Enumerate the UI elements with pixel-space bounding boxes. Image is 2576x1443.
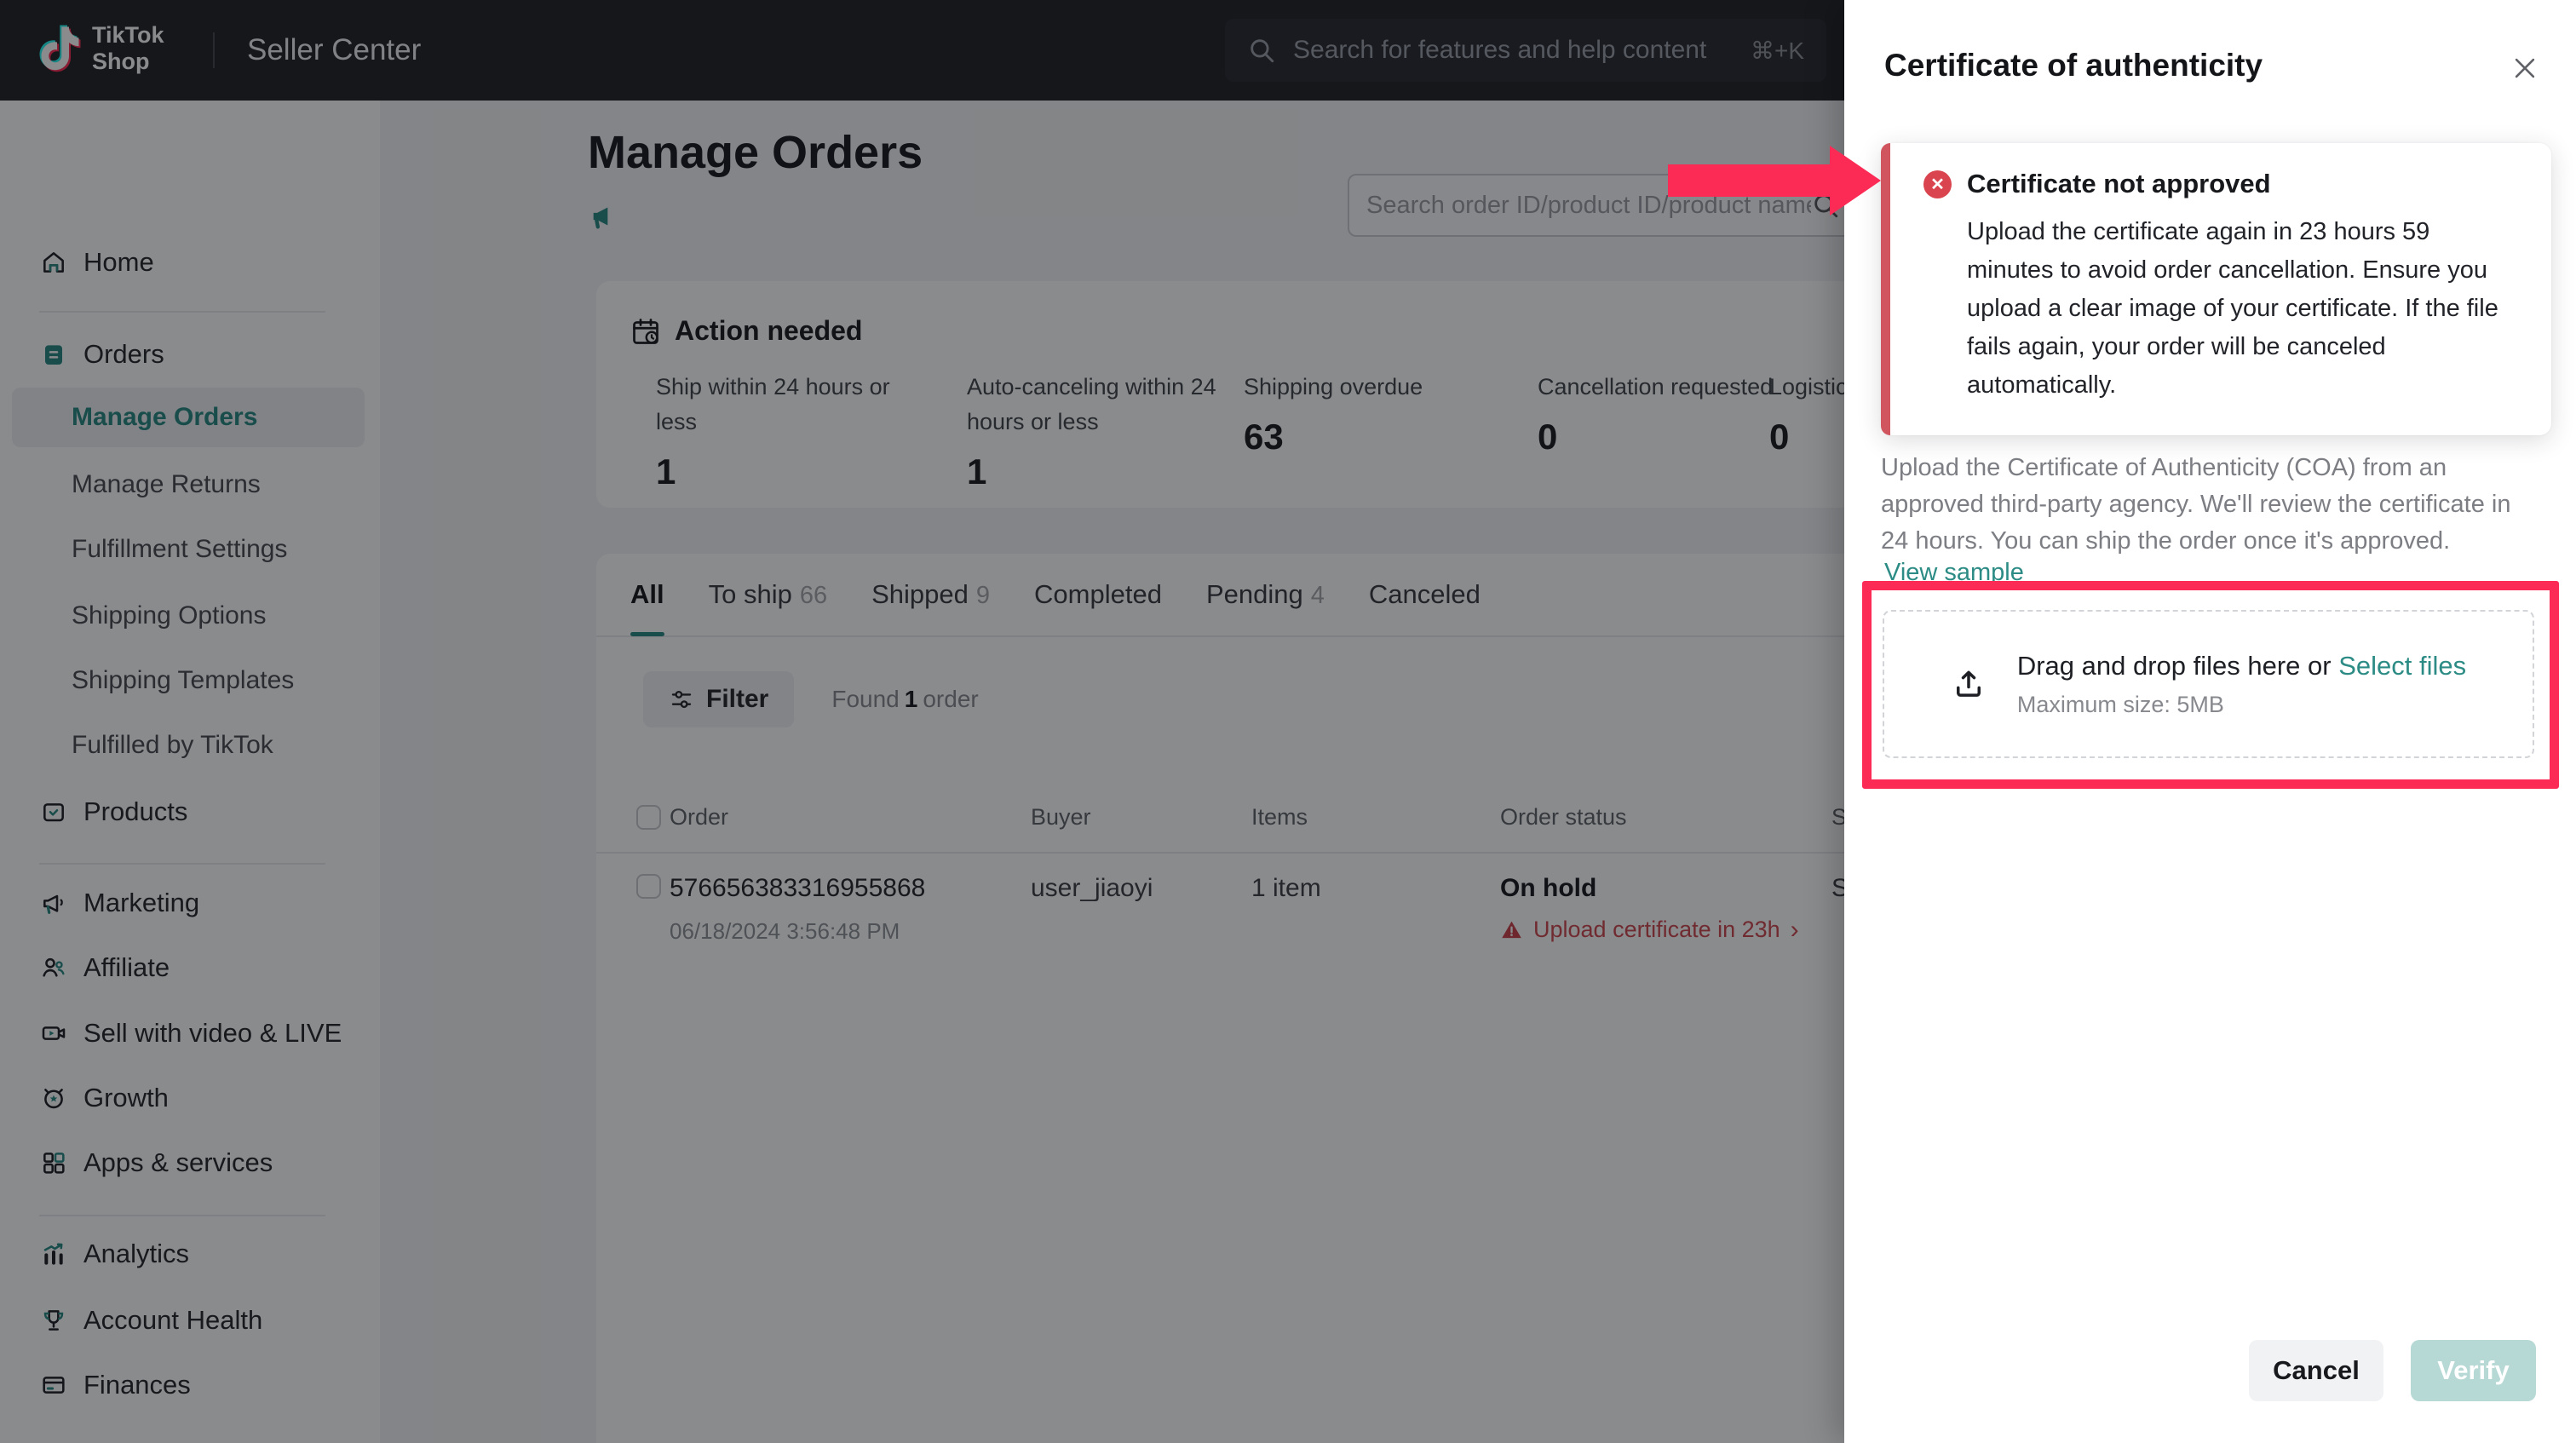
file-dropzone[interactable]: Drag and drop files here or Select files… — [1883, 610, 2534, 758]
coa-description: Upload the Certificate of Authenticity (… — [1881, 450, 2541, 560]
upload-icon — [1951, 666, 1987, 702]
panel-title: Certificate of authenticity — [1884, 48, 2263, 83]
select-files-link[interactable]: Select files — [2338, 651, 2466, 681]
app-root: TikTok Shop Seller Center ⌘+K Home Order… — [0, 0, 2576, 1443]
view-sample-link[interactable]: View sample — [1884, 559, 2024, 587]
verify-button[interactable]: Verify — [2411, 1340, 2536, 1401]
certificate-panel: Certificate of authenticity ✕ Certificat… — [1844, 0, 2576, 1443]
error-icon: ✕ — [1923, 170, 1952, 198]
annotation-arrow — [1668, 164, 1831, 197]
dropzone-text: Drag and drop files here or Select files — [2017, 651, 2466, 681]
certificate-alert-card: ✕ Certificate not approved Upload the ce… — [1881, 143, 2551, 435]
annotation-arrow-head — [1830, 146, 1881, 216]
close-icon[interactable] — [2508, 51, 2542, 85]
cancel-button[interactable]: Cancel — [2249, 1340, 2383, 1401]
alert-title: Certificate not approved — [1967, 169, 2271, 199]
dropzone-hint: Maximum size: 5MB — [2017, 692, 2466, 718]
alert-body: Upload the certificate again in 23 hours… — [1967, 213, 2519, 405]
